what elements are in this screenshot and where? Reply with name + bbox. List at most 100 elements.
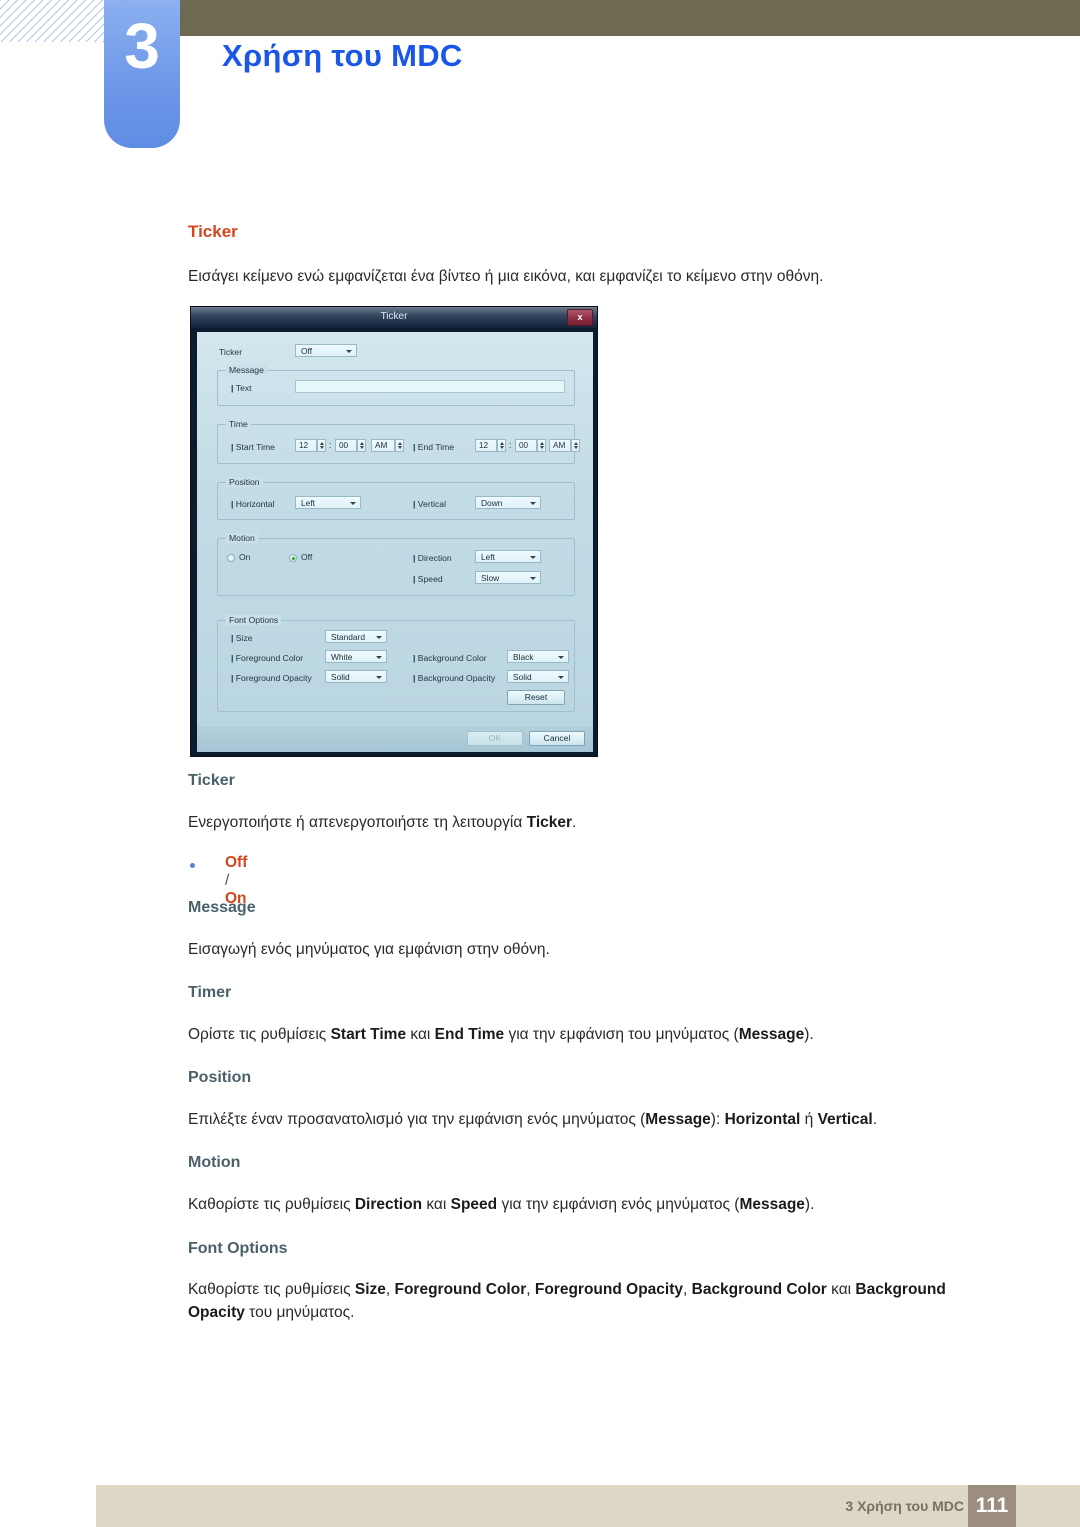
font-pre: Καθορίστε τις ρυθμίσεις [188, 1281, 355, 1298]
end-hour-value: 12 [479, 441, 489, 450]
start-minute-input[interactable]: 00 [335, 439, 357, 452]
start-meridiem-value: AM [375, 441, 388, 450]
ok-button[interactable]: OK [467, 731, 523, 746]
time-group-caption: Time [226, 419, 251, 429]
ticker-select[interactable]: Off [295, 344, 357, 357]
font-post: του μηνύματος. [244, 1304, 355, 1322]
size-label: Size [231, 633, 253, 643]
size-select-value: Standard [331, 632, 365, 642]
vertical-select[interactable]: Down [475, 496, 541, 509]
start-meridiem-input[interactable]: AM [371, 439, 395, 452]
timer-bold-start-time: Start Time [330, 1026, 407, 1043]
page-number: 111 [975, 1494, 1009, 1517]
direction-select[interactable]: Left [475, 550, 541, 563]
chapter-number: 3 [124, 10, 160, 82]
ticker-field-label: Ticker [219, 347, 243, 357]
font-bold-fg-opacity: Foreground Opacity [534, 1281, 683, 1298]
motion-on-label: On [239, 552, 251, 562]
font-sep1: , [385, 1281, 395, 1298]
end-meridiem-input[interactable]: AM [549, 439, 571, 452]
speed-label: Speed [413, 574, 443, 584]
header-olive-bar [180, 0, 1080, 36]
end-minute-stepper[interactable] [537, 439, 546, 452]
font-sep3: , [683, 1281, 692, 1298]
motion-mid2: για την εμφάνιση ενός μηνύματος ( [497, 1196, 740, 1213]
font-bold-fg-color: Foreground Color [394, 1281, 527, 1298]
close-icon[interactable]: x [567, 309, 593, 326]
ticker-select-value: Off [301, 346, 313, 356]
size-select[interactable]: Standard [325, 630, 387, 643]
end-minute-input[interactable]: 00 [515, 439, 537, 452]
position-mid: ): [710, 1111, 725, 1128]
speed-select[interactable]: Slow [475, 571, 541, 584]
foreground-opacity-label: Foreground Opacity [231, 673, 312, 683]
direction-label: Direction [413, 553, 452, 563]
foreground-color-select[interactable]: White [325, 650, 387, 663]
end-meridiem-stepper[interactable] [571, 439, 580, 452]
cancel-button[interactable]: Cancel [529, 731, 585, 746]
end-time-colon: : [509, 440, 512, 450]
chevron-down-icon [530, 577, 536, 580]
end-meridiem-value: AM [553, 441, 566, 450]
chevron-down-icon [376, 636, 382, 639]
timer-bold-end-time: End Time [434, 1026, 505, 1043]
subheading-ticker: Ticker [188, 772, 235, 789]
background-opacity-label: Background Opacity [413, 673, 495, 683]
position-bold-horizontal: Horizontal [724, 1111, 801, 1128]
timer-bold-message: Message [738, 1026, 805, 1043]
ticker-text-bold: Ticker [526, 814, 573, 831]
bullet-dot-icon [190, 863, 195, 868]
chevron-down-icon [346, 350, 352, 353]
motion-bold-direction: Direction [354, 1196, 423, 1213]
paragraph-timer: Ορίστε τις ρυθμίσεις Start Time και End … [188, 1023, 1008, 1046]
motion-post: ). [804, 1196, 815, 1213]
text-field-label: Text [231, 383, 252, 393]
foreground-opacity-value: Solid [331, 672, 350, 682]
message-group-caption: Message [226, 365, 267, 375]
start-time-label: Start Time [231, 442, 275, 452]
background-opacity-select[interactable]: Solid [507, 670, 569, 683]
reset-button[interactable]: Reset [507, 690, 565, 705]
font-bold-bg-color: Background Color [691, 1281, 827, 1298]
start-hour-stepper[interactable] [317, 439, 326, 452]
start-meridiem-stepper[interactable] [395, 439, 404, 452]
end-hour-input[interactable]: 12 [475, 439, 497, 452]
position-pre: Επιλέξτε έναν προσανατολισμό για την εμφ… [188, 1111, 646, 1128]
chevron-down-icon [350, 502, 356, 505]
chevron-down-icon [530, 556, 536, 559]
foreground-opacity-select[interactable]: Solid [325, 670, 387, 683]
motion-off-label: Off [301, 552, 313, 562]
subheading-motion: Motion [188, 1154, 241, 1171]
start-minute-value: 00 [339, 441, 349, 450]
footer-text: 3 Χρήση του MDC [845, 1498, 964, 1514]
decorative-hatch-pattern [0, 0, 112, 42]
paragraph-position: Επιλέξτε έναν προσανατολισμό για την εμφ… [188, 1108, 1018, 1131]
background-color-select[interactable]: Black [507, 650, 569, 663]
horizontal-select[interactable]: Left [295, 496, 361, 509]
start-hour-input[interactable]: 12 [295, 439, 317, 452]
ticker-text-pre: Ενεργοποιήστε ή απενεργοποιήστε τη λειτο… [188, 814, 527, 831]
motion-pre: Καθορίστε τις ρυθμίσεις [188, 1196, 355, 1213]
start-hour-value: 12 [299, 441, 309, 450]
end-hour-stepper[interactable] [497, 439, 506, 452]
radio-icon [227, 554, 235, 562]
end-minute-value: 00 [519, 441, 529, 450]
message-text-input[interactable] [295, 380, 565, 393]
motion-group: Motion [217, 533, 575, 596]
motion-bold-speed: Speed [450, 1196, 498, 1213]
start-time-colon: : [329, 440, 332, 450]
background-opacity-value: Solid [513, 672, 532, 682]
position-bold-vertical: Vertical [817, 1111, 873, 1128]
background-color-value: Black [513, 652, 534, 662]
dialog-footer: OK Cancel [197, 726, 593, 752]
start-minute-stepper[interactable] [357, 439, 366, 452]
foreground-color-label: Foreground Color [231, 653, 303, 663]
motion-bold-message: Message [739, 1196, 805, 1213]
paragraph-message: Εισαγωγή ενός μηνύματος για εμφάνιση στη… [188, 941, 550, 958]
paragraph-ticker: Ενεργοποιήστε ή απενεργοποιήστε τη λειτο… [188, 811, 988, 834]
bullet-separator: / [225, 872, 230, 889]
font-sep4: και [826, 1281, 856, 1298]
font-sep2: , [526, 1281, 535, 1298]
position-bold-message: Message [645, 1111, 711, 1128]
chevron-down-icon [376, 656, 382, 659]
